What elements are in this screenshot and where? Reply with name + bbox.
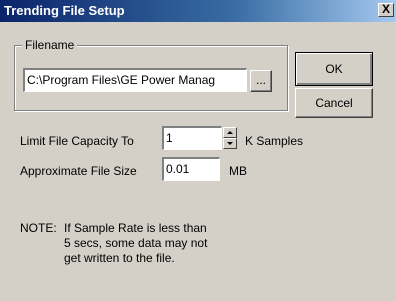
note-line: If Sample Rate is less than (64, 221, 207, 235)
close-button[interactable]: X (378, 3, 394, 17)
ok-button[interactable]: OK (295, 52, 373, 86)
browse-button[interactable]: ... (250, 70, 272, 92)
filename-group-label: Filename (22, 38, 78, 52)
file-size-input[interactable]: 0.01 (162, 157, 220, 181)
file-size-unit: MB (229, 164, 247, 178)
filename-input[interactable]: C:\Program Files\GE Power Manag (23, 68, 247, 92)
note-prefix: NOTE: (20, 221, 57, 235)
dialog-title: Trending File Setup (4, 3, 125, 18)
file-size-label: Approximate File Size (20, 164, 137, 178)
dialog-window: Trending File Setup X Filename C:\Progra… (0, 0, 396, 301)
close-icon: X (381, 2, 390, 16)
note-line: 5 secs, some data may not (64, 236, 208, 250)
title-bar[interactable]: Trending File Setup X (0, 0, 396, 22)
capacity-input[interactable]: 1 (162, 126, 222, 150)
capacity-unit: K Samples (245, 134, 304, 148)
arrow-up-icon (227, 131, 233, 134)
capacity-spin-down[interactable] (223, 138, 237, 149)
capacity-label: Limit File Capacity To (20, 134, 134, 148)
cancel-button[interactable]: Cancel (295, 88, 373, 118)
capacity-spin-up[interactable] (223, 127, 237, 138)
note-line: get written to the file. (64, 251, 175, 265)
arrow-down-icon (227, 142, 233, 145)
